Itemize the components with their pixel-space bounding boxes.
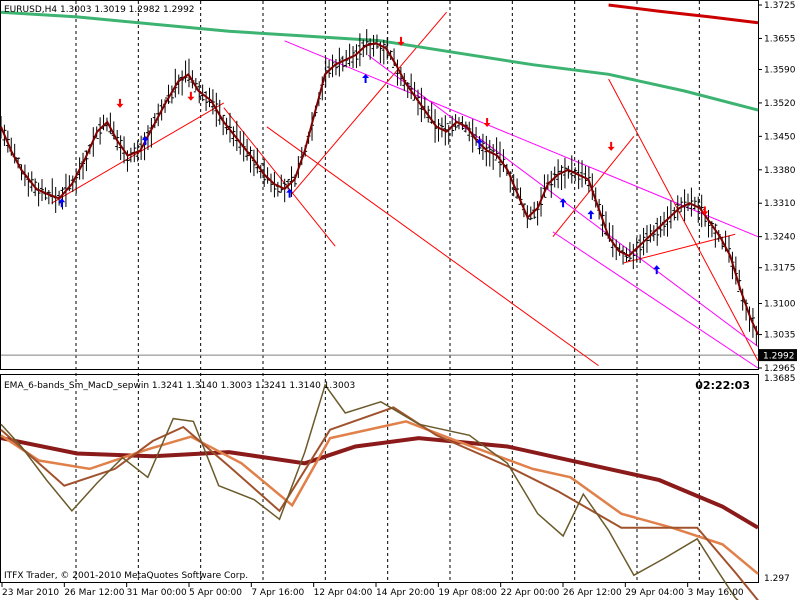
channel-line-red	[266, 126, 599, 367]
chart-canvas[interactable]: 1.3725 1.3655 1.3590 1.3520 1.3450 1.3380 1.33…	[0, 0, 800, 600]
copyright: ITFX Trader, © 2001-2010 MetaQuotes Soft…	[4, 571, 248, 581]
price-ema	[0, 42, 759, 336]
ema-red-line	[608, 3, 759, 25]
x-tick-label: 19 Apr 08:00	[438, 588, 497, 598]
indicator-line-slow-thick	[0, 436, 760, 530]
y-tick-label: 1.3655	[764, 34, 796, 44]
timer: 02:22:03	[695, 379, 750, 392]
y-tick-label: 1.3520	[764, 99, 796, 109]
indicator-lines	[0, 383, 760, 600]
time-axis: 23 Mar 2010 26 Mar 12:00 31 Mar 00:00 5 Apr…	[1, 583, 744, 598]
indicator-info: EMA_6-bands_Sm_MacD_sepwin 1.3241 1.3140…	[4, 381, 355, 391]
sell-arrow-down-icon	[187, 91, 195, 101]
y-tick-label: 1.3100	[764, 300, 796, 310]
x-tick-label: 26 Apr 12:00	[563, 588, 622, 598]
sell-arrow-down-icon	[607, 141, 615, 151]
current-price-label: 1.2992	[763, 352, 795, 362]
y-tick-label: 1.3310	[764, 199, 796, 209]
y-tick-label: 1.3590	[764, 65, 796, 75]
y-tick-label: 1.3450	[764, 132, 796, 142]
y-tick-label: 1.3725	[764, 1, 796, 11]
channel-line-red	[223, 107, 336, 247]
x-tick-label: 7 Apr 16:00	[251, 588, 304, 598]
price-bars	[0, 29, 759, 346]
x-tick-label: 5 Apr 00:00	[189, 588, 242, 598]
buy-arrow-up-icon	[587, 210, 595, 220]
y-tick-label: 1.3380	[764, 166, 796, 176]
x-tick-label: 14 Apr 20:00	[376, 588, 435, 598]
indicator-line-fastest-olive	[0, 383, 739, 600]
x-tick-label: 26 Mar 12:00	[64, 588, 124, 598]
ema-green-line	[0, 10, 759, 112]
x-tick-label: 31 Mar 00:00	[127, 588, 187, 598]
vertical-grid	[75, 1, 700, 582]
y-tick-label: 1.3240	[764, 233, 796, 243]
x-tick-label: 23 Mar 2010	[2, 588, 59, 598]
indicator-y-tick-label: 1.3685	[764, 374, 796, 384]
price-ema-line	[0, 42, 759, 336]
sell-arrow-down-icon	[116, 98, 124, 108]
symbol-info: EURUSD,H4 1.3003 1.3019 1.2982 1.2992	[4, 5, 195, 15]
y-tick-label: 1.3035	[764, 331, 796, 341]
channel-lines	[51, 11, 759, 369]
price-pane-frame	[0, 0, 759, 370]
y-tick-label: 1.2965	[764, 364, 796, 374]
x-tick-label: 3 May 16:00	[688, 588, 744, 598]
trading-chart-window: 1.3725 1.3655 1.3590 1.3520 1.3450 1.3380 1.33…	[0, 0, 800, 600]
indicator-y-tick-label: 1.297	[764, 574, 790, 584]
x-tick-label: 12 Apr 04:00	[314, 588, 373, 598]
x-tick-label: 29 Apr 04:00	[625, 588, 684, 598]
y-tick-label: 1.3175	[764, 264, 796, 274]
moving-averages	[0, 3, 759, 112]
x-tick-label: 22 Apr 00:00	[501, 588, 560, 598]
